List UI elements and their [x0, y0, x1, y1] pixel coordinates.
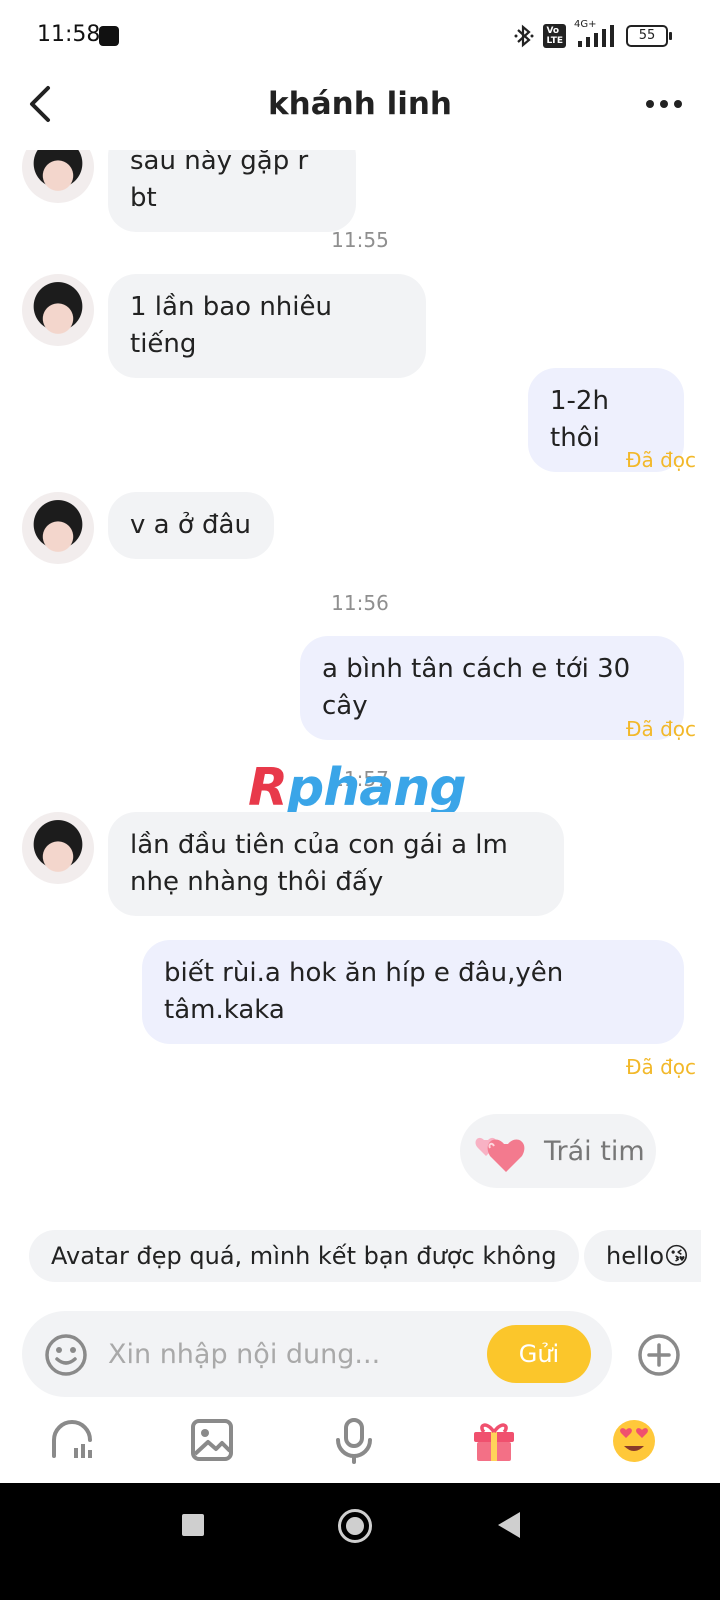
heart-eyes-emoji-icon — [613, 1420, 655, 1462]
avatar[interactable] — [22, 812, 94, 884]
message-bubble-incoming: sau này gặp r bt — [108, 150, 356, 232]
more-icon — [646, 100, 682, 108]
gift-icon — [474, 1423, 514, 1461]
emoji-sticker-button[interactable] — [610, 1416, 658, 1464]
status-icons: Vo LTE 4G+ 55 — [513, 19, 672, 50]
message-bubble-incoming: lần đầu tiên của con gái a lm nhẹ nhàng … — [108, 812, 564, 916]
bluetooth-icon — [514, 24, 534, 48]
suggestion-chip[interactable]: hello😘 — [584, 1230, 702, 1282]
status-time: 11:58 — [37, 22, 101, 47]
smiley-icon — [45, 1334, 87, 1376]
read-status: Đã đọc — [625, 448, 696, 472]
signal-icon: 4G+ — [574, 19, 618, 49]
voice-button[interactable] — [330, 1416, 378, 1464]
send-button[interactable]: Gửi — [487, 1325, 591, 1383]
emoji-button[interactable] — [44, 1333, 88, 1377]
home-icon — [346, 1517, 364, 1535]
recent-apps-button[interactable] — [182, 1514, 204, 1536]
read-status: Đã đọc — [625, 1055, 696, 1079]
message-bubble-outgoing: biết rùi.a hok ăn híp e đâu,yên tâm.kaka — [142, 940, 684, 1044]
avatar[interactable] — [22, 492, 94, 564]
message-input[interactable] — [108, 1330, 478, 1378]
stats-icon — [52, 1420, 92, 1458]
watermark-logo: Rphang — [248, 758, 467, 818]
notification-icon — [99, 26, 119, 46]
image-button[interactable] — [188, 1416, 236, 1464]
avatar[interactable] — [22, 274, 94, 346]
back-nav-button[interactable] — [498, 1512, 520, 1538]
read-status: Đã đọc — [625, 717, 696, 741]
chat-title: khánh linh — [268, 86, 452, 122]
avatar[interactable] — [22, 150, 94, 203]
heart-reaction-button[interactable]: Trái tim — [460, 1114, 656, 1188]
image-icon — [191, 1419, 233, 1461]
plus-circle-icon — [638, 1334, 680, 1376]
heart-icon — [475, 1137, 525, 1172]
system-navigation-bar — [0, 1483, 720, 1600]
add-attachment-button[interactable] — [637, 1333, 681, 1377]
stats-button[interactable] — [48, 1416, 96, 1464]
microphone-icon — [336, 1418, 372, 1464]
gift-button[interactable] — [470, 1416, 518, 1464]
timestamp: 11:56 — [331, 591, 389, 615]
home-button[interactable] — [338, 1509, 372, 1543]
suggestion-chip[interactable]: Avatar đẹp quá, mình kết bạn được không — [29, 1230, 579, 1282]
timestamp: 11:55 — [331, 228, 389, 252]
heart-reaction-label: Trái tim — [544, 1135, 645, 1167]
message-bubble-incoming: 1 lần bao nhiêu tiếng — [108, 274, 426, 378]
volte-icon: Vo LTE — [543, 24, 566, 48]
message-bubble-incoming: v a ở đâu — [108, 492, 274, 559]
more-options-button[interactable] — [644, 92, 684, 116]
battery-icon: 55 — [626, 25, 672, 47]
